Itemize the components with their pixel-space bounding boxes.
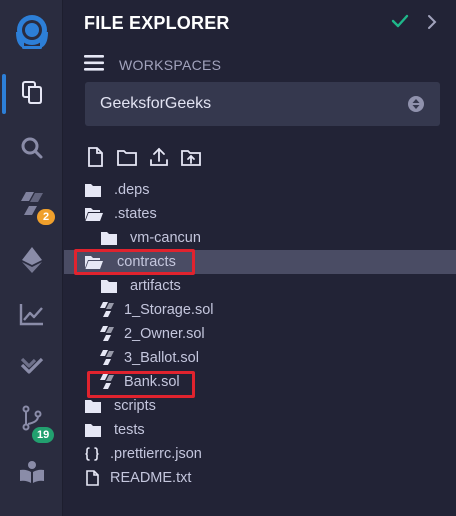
folder-icon: [84, 182, 102, 198]
icon-rail: 2 19: [0, 0, 63, 516]
tree-item-label: .prettierrc.json: [110, 446, 202, 462]
upload-folder-icon[interactable]: [180, 146, 202, 168]
file-icon: [84, 470, 102, 486]
test-check-icon[interactable]: [0, 340, 63, 392]
chevron-right-icon[interactable]: [426, 14, 438, 35]
learn-book-icon[interactable]: [0, 446, 63, 498]
tree-folder-vm-cancun[interactable]: vm-cancun: [64, 226, 456, 250]
solidity-file-icon: [100, 302, 118, 318]
folder-icon: [100, 278, 118, 294]
workspaces-label: WORKSPACES: [119, 57, 222, 73]
tree-item-label: README.txt: [110, 470, 192, 486]
new-folder-icon[interactable]: [116, 146, 138, 168]
compiler-badge: 2: [37, 209, 55, 225]
tree-file-2-owner[interactable]: 2_Owner.sol: [64, 322, 456, 346]
json-file-icon: [84, 446, 102, 462]
tree-item-label: .deps: [114, 182, 150, 198]
highlight-box-bank: [87, 371, 195, 398]
new-file-icon[interactable]: [84, 146, 106, 168]
git-branch-icon[interactable]: 19: [0, 392, 63, 444]
check-icon: [391, 12, 409, 35]
sort-arrows-icon: [408, 96, 424, 112]
tree-file-3-ballot[interactable]: 3_Ballot.sol: [64, 346, 456, 370]
tree-file-readme[interactable]: README.txt: [64, 466, 456, 490]
tree-item-label: vm-cancun: [130, 230, 201, 246]
remix-logo-icon[interactable]: [0, 6, 63, 58]
tree-item-label: 1_Storage.sol: [124, 302, 214, 318]
tree-folder-tests[interactable]: tests: [64, 418, 456, 442]
folder-icon: [84, 398, 102, 414]
upload-file-icon[interactable]: [148, 146, 170, 168]
hamburger-menu-icon[interactable]: [84, 54, 104, 77]
solidity-file-icon: [100, 326, 118, 342]
file-explorer-panel: FILE EXPLORER WORKSPACES GeeksforGeeks .…: [64, 0, 456, 516]
highlight-box-contracts: [74, 249, 195, 275]
workspace-value: GeeksforGeeks: [100, 95, 212, 112]
workspace-select[interactable]: GeeksforGeeks: [85, 82, 440, 126]
tree-file-prettierrc[interactable]: .prettierrc.json: [64, 442, 456, 466]
tree-item-label: tests: [114, 422, 145, 438]
folder-open-icon: [84, 206, 103, 222]
tree-folder-states[interactable]: .states: [64, 202, 456, 226]
folder-icon: [84, 422, 102, 438]
panel-title: FILE EXPLORER: [84, 13, 230, 33]
file-toolbar: [84, 146, 202, 168]
git-badge: 19: [32, 427, 55, 443]
file-explorer-icon[interactable]: [0, 66, 63, 118]
tree-folder-artifacts[interactable]: artifacts: [64, 274, 456, 298]
solidity-file-icon: [100, 350, 118, 366]
analytics-icon[interactable]: [0, 288, 63, 340]
tree-item-label: 2_Owner.sol: [124, 326, 205, 342]
tree-folder-deps[interactable]: .deps: [64, 178, 456, 202]
tree-item-label: 3_Ballot.sol: [124, 350, 199, 366]
tree-item-label: artifacts: [130, 278, 181, 294]
folder-icon: [100, 230, 118, 246]
tree-item-label: .states: [114, 206, 157, 222]
solidity-compiler-icon[interactable]: 2: [0, 178, 63, 230]
tree-file-1-storage[interactable]: 1_Storage.sol: [64, 298, 456, 322]
search-icon[interactable]: [0, 122, 63, 174]
deploy-run-icon[interactable]: [0, 234, 63, 286]
